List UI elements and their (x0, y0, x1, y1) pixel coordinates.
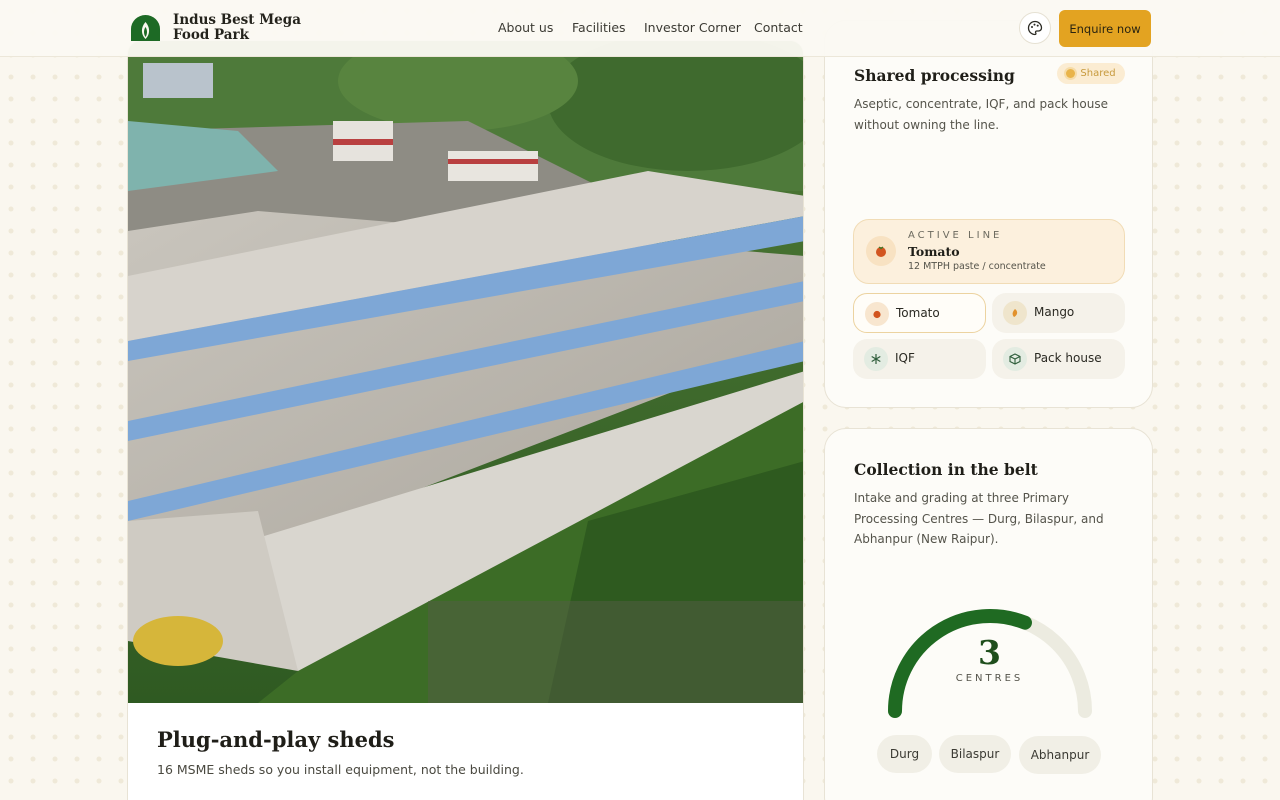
gauge-unit: CENTRES (955, 673, 1024, 684)
processing-title: Shared processing (854, 66, 1015, 85)
line-chip-tomato[interactable]: Tomato (853, 293, 986, 333)
tomato-icon (866, 236, 896, 266)
aerial-sheds-photo (128, 41, 803, 703)
nav-investor-corner[interactable]: Investor Corner (644, 20, 741, 35)
park-logo-icon[interactable] (130, 14, 161, 42)
line-chip-mango[interactable]: Mango (992, 293, 1125, 333)
shared-processing-card: Shared processing Shared Aseptic, concen… (824, 20, 1153, 408)
active-line-detail: 12 MTPH paste / concentrate (908, 261, 1046, 272)
badge-label: Shared (1080, 68, 1116, 79)
chip-label: Mango (1034, 305, 1075, 319)
collection-description: Intake and grading at three Primary Proc… (854, 491, 1104, 546)
centre-pill-durg[interactable]: Durg (877, 735, 932, 773)
sheds-description: 16 MSME sheds so you install equipment, … (157, 762, 524, 777)
active-line-panel: ACTIVE LINE Tomato 12 MTPH paste / conce… (853, 219, 1125, 284)
site-header: Indus Best Mega Food Park About us Facil… (0, 0, 1280, 57)
centre-pill-bilaspur[interactable]: Bilaspur (939, 735, 1011, 773)
brand-name[interactable]: Indus Best Mega Food Park (173, 13, 313, 43)
active-line-name: Tomato (908, 244, 960, 259)
active-line-kicker: ACTIVE LINE (908, 230, 1003, 241)
theme-button[interactable] (1019, 12, 1051, 44)
nav-contact[interactable]: Contact (754, 20, 803, 35)
line-chip-iqf[interactable]: IQF (853, 339, 986, 379)
sheds-title: Plug-and-play sheds (157, 727, 395, 752)
palette-icon (1027, 20, 1043, 36)
chip-label: Pack house (1034, 351, 1102, 365)
chip-label: Tomato (896, 306, 940, 320)
nav-facilities[interactable]: Facilities (572, 20, 626, 35)
mango-icon (1003, 301, 1027, 325)
collection-card: Collection in the belt Intake and gradin… (824, 428, 1153, 800)
tomato-icon (865, 302, 889, 326)
processing-description: Aseptic, concentrate, IQF, and pack hous… (854, 97, 1108, 132)
status-dot-icon (1066, 69, 1076, 78)
sheds-card: Plug-and-play sheds 16 MSME sheds so you… (127, 40, 804, 800)
shared-badge: Shared (1057, 63, 1125, 84)
chip-label: IQF (895, 351, 915, 365)
box-icon (1003, 347, 1027, 371)
snowflake-icon (864, 347, 888, 371)
line-chip-pack-house[interactable]: Pack house (992, 339, 1125, 379)
nav-about-us[interactable]: About us (498, 20, 553, 35)
collection-title: Collection in the belt (854, 460, 1038, 479)
enquire-button[interactable]: Enquire now (1059, 10, 1151, 47)
centre-pill-abhanpur[interactable]: Abhanpur (1019, 736, 1101, 774)
gauge-value: 3 (978, 633, 1001, 672)
